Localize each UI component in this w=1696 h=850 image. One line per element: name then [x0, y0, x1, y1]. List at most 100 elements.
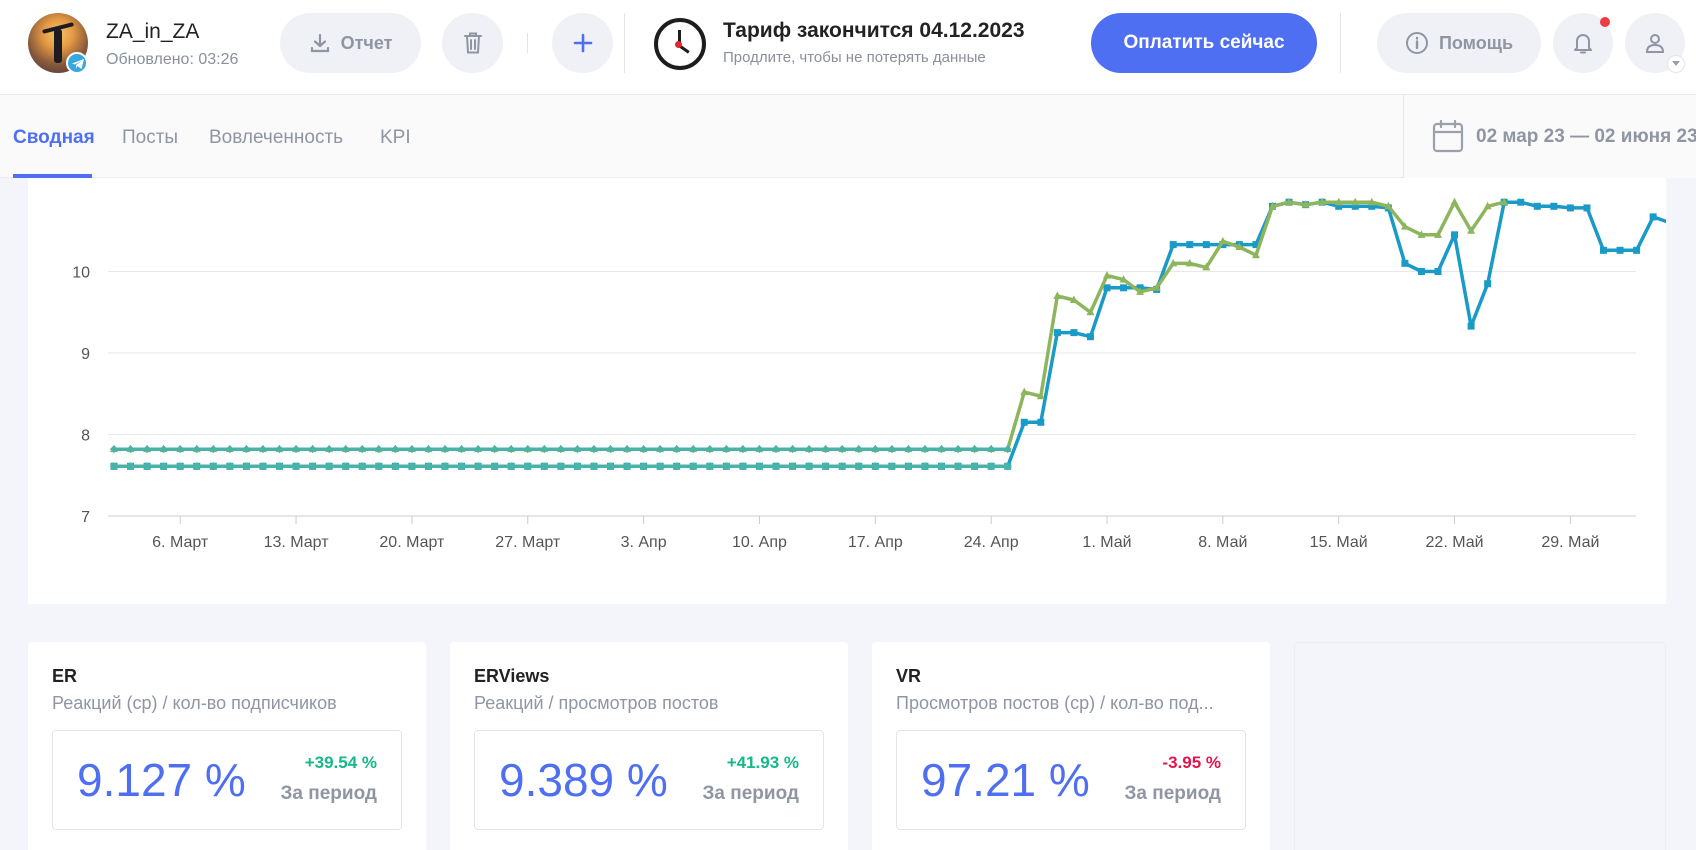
metric-value: 97.21 %: [921, 754, 1090, 806]
pay-now-button[interactable]: Оплатить сейчас: [1091, 13, 1317, 73]
data-point: [722, 462, 731, 471]
x-tick-label: 10. Апр: [732, 534, 787, 551]
line-chart: 7 8 9 10 6. Март 13. Март 20. Март 27. Март 3. А…: [72, 197, 1666, 551]
tab-posts[interactable]: Посты: [122, 127, 178, 149]
tab-summary[interactable]: Сводная: [13, 127, 95, 149]
data-point: [391, 462, 400, 471]
report-label: Отчет: [340, 32, 393, 53]
er-chart: 7 8 9 10 6. Март 13. Март 20. Март 27. Март 3. А…: [28, 178, 1666, 604]
data-point: [358, 462, 367, 471]
x-tick-label: 15. Май: [1310, 534, 1368, 551]
data-point: [1202, 241, 1210, 249]
data-point: [1616, 246, 1624, 254]
data-point: [557, 462, 565, 471]
date-range-label: 02 мар 23 — 02 июня 23: [1476, 126, 1696, 147]
clock-icon: [654, 18, 706, 70]
report-button[interactable]: Отчет: [280, 13, 421, 73]
data-point: [838, 462, 846, 471]
card-subtitle: Реакций / просмотров постов: [474, 693, 719, 713]
data-point: [755, 462, 764, 471]
data-point: [987, 462, 995, 471]
series-line: [114, 200, 1666, 469]
data-point: [1550, 202, 1558, 210]
user-icon: [1644, 32, 1666, 54]
period-label: За период: [280, 783, 378, 804]
data-point: [937, 462, 946, 471]
data-point: [1566, 204, 1574, 212]
data-point: [441, 462, 449, 471]
data-point: [656, 462, 664, 471]
data-point: [1533, 202, 1541, 210]
help-label: Помощь: [1438, 32, 1514, 53]
data-point: [375, 462, 383, 471]
data-point: [1120, 284, 1128, 292]
metric-delta: +41.93 %: [726, 753, 799, 772]
data-point: [1434, 268, 1442, 275]
date-range-picker[interactable]: 02 мар 23 — 02 июня 23: [1403, 95, 1696, 178]
card-title: VR: [896, 666, 922, 686]
x-tick-label: 1. Май: [1082, 534, 1131, 551]
download-icon: [309, 32, 331, 54]
data-point: [259, 462, 267, 471]
delete-button[interactable]: [442, 13, 503, 73]
data-point: [904, 462, 913, 471]
info-icon: [1405, 31, 1429, 55]
data-point: [408, 462, 416, 471]
add-button[interactable]: [552, 13, 613, 73]
chevron-down-icon[interactable]: [1667, 55, 1685, 73]
plus-icon: [573, 33, 593, 53]
data-point: [176, 462, 184, 471]
data-point: [739, 462, 747, 471]
data-point: [1633, 246, 1641, 254]
x-tick-label: 20. Март: [379, 534, 445, 551]
tab-kpi[interactable]: KPI: [380, 127, 411, 149]
series-line: [114, 200, 1505, 451]
data-point: [689, 462, 698, 471]
data-point: [1417, 268, 1425, 275]
data-point: [1451, 231, 1459, 239]
data-point: [110, 462, 118, 471]
data-point: [1600, 246, 1607, 254]
x-tick-label: 22. Май: [1426, 534, 1484, 551]
help-button[interactable]: Помощь: [1377, 13, 1541, 73]
data-point: [1450, 197, 1459, 206]
x-tick-label: 8. Май: [1198, 534, 1247, 551]
card-title: ERViews: [474, 666, 550, 686]
account-name: ZA_in_ZA: [106, 20, 200, 43]
data-point: [888, 462, 896, 471]
data-point: [1484, 280, 1492, 288]
notification-badge: [1600, 17, 1610, 27]
y-tick-label: 10: [72, 265, 90, 282]
x-tick-label: 13. Март: [264, 534, 330, 551]
x-tick-label: 6. Март: [152, 534, 209, 551]
tariff-title: Тариф закончится 04.12.2023: [723, 19, 1025, 42]
data-point: [1517, 198, 1525, 206]
trash-icon: [462, 31, 484, 55]
data-point: [143, 462, 151, 471]
toolbar-divider: [527, 33, 528, 53]
metric-value: 9.127 %: [77, 754, 246, 806]
data-point: [606, 462, 615, 471]
data-point: [772, 462, 780, 471]
data-point: [1186, 241, 1194, 249]
data-point: [639, 462, 648, 471]
data-point: [308, 462, 317, 471]
data-point: [1401, 259, 1409, 267]
x-tick-label: 17. Апр: [848, 534, 903, 551]
x-tick-label: 3. Апр: [621, 534, 667, 551]
data-point: [457, 462, 466, 471]
data-point: [275, 462, 284, 471]
top-bar: ZA_in_ZA Обновлено: 03:26 Отчет Тариф за…: [0, 0, 1696, 95]
metric-box: 9.389 % +41.93 % За период: [474, 730, 824, 830]
data-point: [226, 462, 234, 471]
data-point: [573, 462, 582, 471]
data-point: [1583, 204, 1591, 212]
data-point: [474, 462, 482, 471]
tabs-bar: Сводная Посты Вовлеченность KPI 02 мар 2…: [0, 95, 1696, 178]
data-point: [1037, 418, 1045, 426]
data-point: [970, 462, 979, 471]
tab-engagement[interactable]: Вовлеченность: [209, 127, 343, 149]
data-point: [159, 462, 168, 471]
toolbar-divider: [1340, 13, 1341, 73]
calendar-icon: [1432, 119, 1464, 158]
